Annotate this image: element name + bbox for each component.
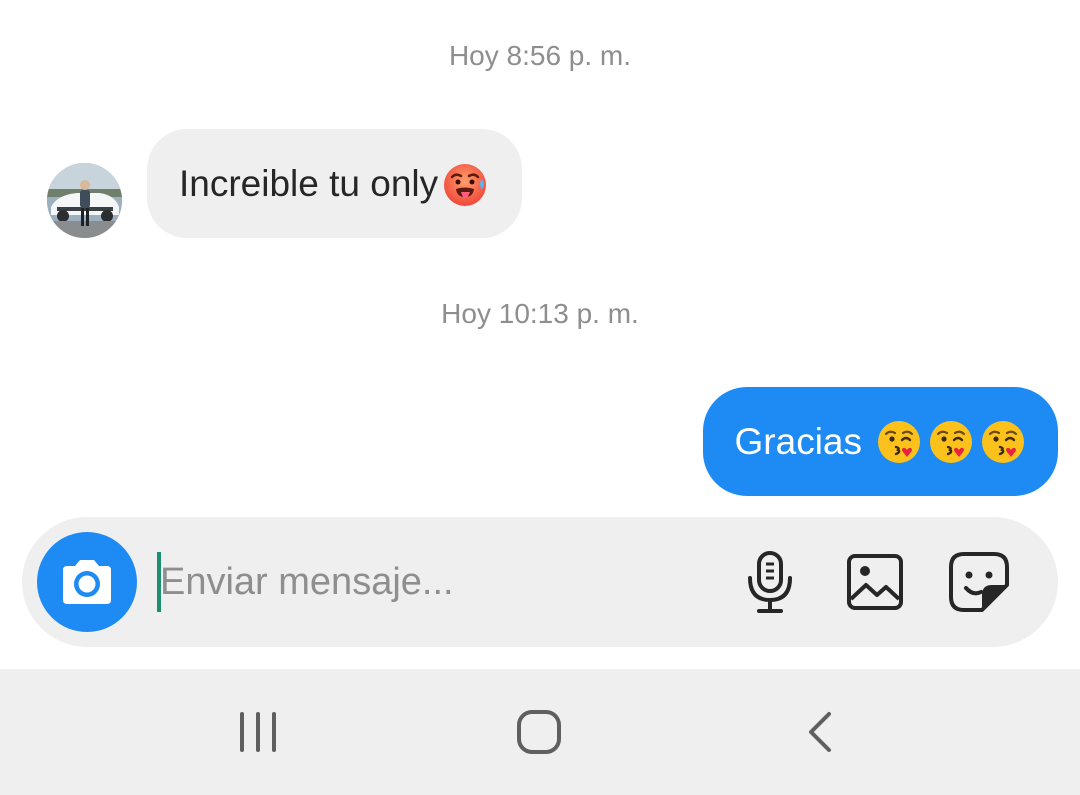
sticker-icon <box>949 552 1009 612</box>
back-button[interactable] <box>780 699 860 765</box>
recents-button[interactable] <box>218 699 298 765</box>
message-timestamp: Hoy 8:56 p. m. <box>448 40 632 71</box>
hot-face-emoji <box>440 159 490 209</box>
sender-avatar[interactable] <box>47 163 122 238</box>
outgoing-message-bubble[interactable]: Gracias <box>702 387 1058 496</box>
message-text: Gracias <box>734 420 862 462</box>
home-button[interactable] <box>499 699 579 765</box>
face-blowing-kiss-emoji <box>874 417 924 467</box>
recents-icon <box>240 712 276 752</box>
camera-icon <box>63 560 111 604</box>
back-icon <box>809 712 831 752</box>
incoming-message-bubble[interactable]: Increible tu only <box>147 129 523 238</box>
face-blowing-kiss-emoji <box>978 417 1028 467</box>
avatar-photo <box>47 163 122 238</box>
gallery-button[interactable] <box>843 550 907 614</box>
sticker-button[interactable] <box>947 550 1011 614</box>
message-input[interactable] <box>160 537 720 627</box>
system-navigation-bar <box>0 669 1080 795</box>
message-timestamp: Hoy 10:13 p. m. <box>441 298 639 329</box>
voice-message-button[interactable] <box>738 550 802 614</box>
camera-button[interactable] <box>37 532 137 632</box>
microphone-icon <box>748 551 792 613</box>
gallery-icon <box>847 554 903 610</box>
face-blowing-kiss-emoji <box>926 417 976 467</box>
message-text: Increible tu only <box>179 162 439 204</box>
message-composer <box>22 517 1058 647</box>
home-icon <box>517 710 561 754</box>
